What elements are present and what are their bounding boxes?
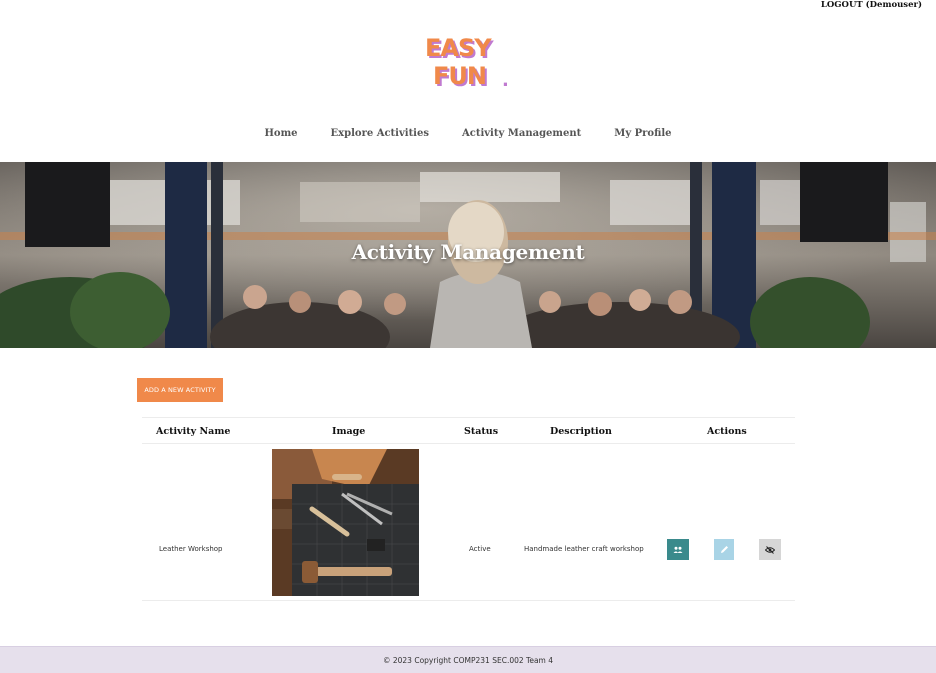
col-activity-name: Activity Name bbox=[156, 426, 231, 437]
activity-status: Active bbox=[469, 545, 491, 553]
activity-image bbox=[272, 449, 419, 596]
page-title: Activity Management bbox=[351, 240, 585, 264]
hero-banner: Activity Management bbox=[0, 162, 936, 348]
activity-description: Handmade leather craft workshop bbox=[524, 545, 644, 553]
activities-table: Activity Name Image Status Description A… bbox=[142, 417, 795, 601]
hide-button[interactable] bbox=[759, 539, 781, 560]
footer-copyright: © 2023 Copyright COMP231 SEC.002 Team 4 bbox=[382, 655, 554, 665]
table-header: Activity Name Image Status Description A… bbox=[142, 417, 795, 444]
table-row: Leather Workshop Active Handmade leather… bbox=[142, 444, 795, 601]
logo-text-top: EASY bbox=[425, 34, 492, 62]
edit-button[interactable] bbox=[714, 539, 734, 560]
logout-link[interactable]: LOGOUT (Demouser) bbox=[821, 0, 922, 10]
footer: © 2023 Copyright COMP231 SEC.002 Team 4 bbox=[0, 646, 936, 673]
activity-name: Leather Workshop bbox=[159, 545, 223, 553]
easyfun-logo[interactable]: EASY EASY FUN FUN . bbox=[424, 34, 516, 90]
nav-home[interactable]: Home bbox=[264, 128, 297, 139]
nav-explore-activities[interactable]: Explore Activities bbox=[331, 128, 429, 139]
col-actions: Actions bbox=[707, 426, 747, 437]
eye-slash-icon bbox=[765, 545, 775, 554]
nav-my-profile[interactable]: My Profile bbox=[614, 128, 671, 139]
main-nav: Home Explore Activities Activity Managem… bbox=[0, 128, 936, 139]
pencil-icon bbox=[720, 546, 728, 553]
col-image: Image bbox=[332, 426, 366, 437]
nav-activity-management[interactable]: Activity Management bbox=[462, 128, 581, 139]
col-description: Description bbox=[550, 426, 612, 437]
users-icon bbox=[673, 546, 683, 553]
participants-button[interactable] bbox=[667, 539, 689, 560]
col-status: Status bbox=[464, 426, 499, 437]
add-activity-button[interactable]: ADD A NEW ACTIVITY bbox=[137, 378, 223, 402]
logo-text-bottom: FUN bbox=[433, 62, 486, 90]
logo-dot: . bbox=[502, 70, 509, 90]
